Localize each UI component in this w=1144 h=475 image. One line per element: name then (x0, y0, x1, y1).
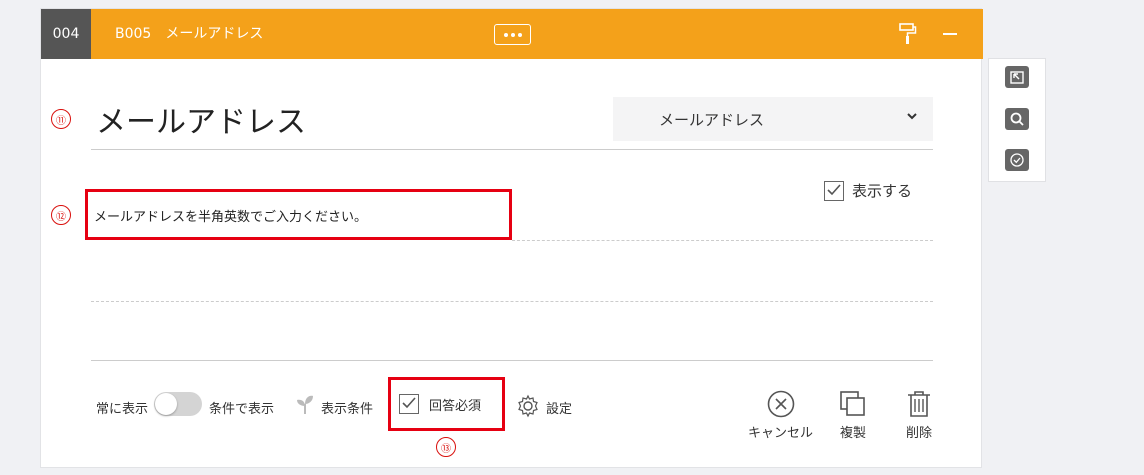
check-circle-icon[interactable] (1005, 149, 1029, 171)
dashed-divider (91, 301, 933, 302)
question-number: 004 (41, 9, 91, 59)
question-title[interactable]: メールアドレス (96, 97, 306, 141)
required-label: 回答必須 (429, 398, 482, 414)
display-condition-button[interactable]: 表示条件 (321, 398, 373, 417)
chevron-down-icon (907, 113, 917, 120)
insert-icon[interactable] (1005, 66, 1029, 88)
question-header[interactable]: 004 B005 メールアドレス (41, 9, 983, 59)
show-toggle-checkbox[interactable]: 表示する (824, 180, 912, 201)
annotation-marker-11: ⑪ (51, 109, 71, 129)
conditional-show-label: 条件で表示 (209, 402, 275, 417)
block-code: B005 (115, 26, 152, 42)
footer-divider (91, 360, 933, 361)
question-type-value: メールアドレス (659, 110, 765, 129)
side-tool-panel (988, 58, 1046, 182)
circle-x-icon (767, 390, 794, 418)
gear-icon[interactable] (516, 394, 540, 418)
more-options-button[interactable] (494, 24, 531, 45)
title-divider (91, 149, 933, 150)
show-label: 表示する (852, 182, 913, 200)
annotation-marker-12: ⑫ (51, 205, 71, 225)
search-icon[interactable] (1005, 108, 1029, 130)
checkbox-checked-icon[interactable] (824, 180, 844, 201)
settings-button[interactable]: 設定 (546, 398, 572, 417)
cancel-label: キャンセル (748, 426, 814, 441)
question-type-select[interactable]: メールアドレス (613, 97, 933, 141)
minimize-icon[interactable] (943, 33, 957, 35)
question-card: 004 B005 メールアドレス メールアドレス メールアドレス 表示する メール… (40, 8, 983, 468)
annotation-marker-13: ⑬ (436, 437, 456, 457)
question-description[interactable]: メールアドレスを半角英数でご入力ください。 (85, 189, 512, 240)
trash-icon (908, 391, 930, 417)
delete-label: 削除 (905, 426, 932, 441)
duplicate-button[interactable]: 複製 (838, 389, 868, 441)
always-show-label: 常に表示 (96, 402, 149, 417)
required-checkbox[interactable]: 回答必須 (399, 394, 481, 414)
more-dot (510, 32, 515, 37)
display-mode-toggle[interactable] (154, 392, 202, 416)
dashed-divider (512, 240, 933, 241)
block-title: メールアドレス (165, 26, 264, 42)
question-header-title: B005 メールアドレス (115, 9, 277, 59)
more-dots-icon (503, 32, 508, 37)
copy-icon (840, 391, 865, 416)
more-dot (517, 32, 522, 37)
duplicate-label: 複製 (839, 426, 866, 441)
paint-roller-icon[interactable] (899, 23, 917, 45)
sprout-icon[interactable] (293, 392, 317, 416)
toggle-knob[interactable] (155, 393, 177, 415)
cancel-button[interactable]: キャンセル (748, 389, 813, 441)
delete-button[interactable]: 削除 (904, 389, 934, 441)
checkbox-checked-icon[interactable] (399, 394, 419, 414)
